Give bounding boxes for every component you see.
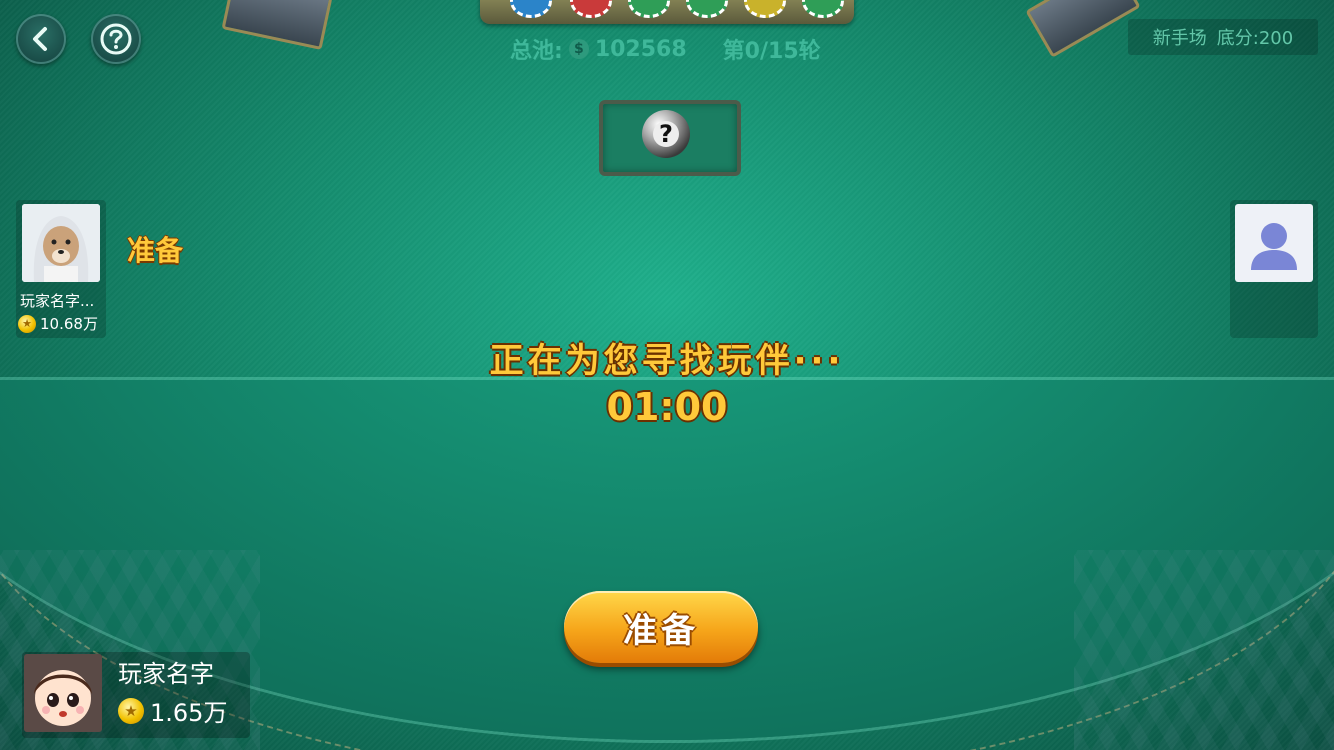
floor-pattern-right — [1074, 550, 1334, 750]
question-mark: ? — [653, 120, 679, 148]
chevron-left-icon — [33, 27, 47, 51]
girl-avatar-icon — [24, 654, 102, 732]
pot-value: 102568 — [594, 36, 687, 62]
gold-coin-icon: ★ — [18, 314, 36, 333]
room-name: 新手场 — [1152, 28, 1207, 49]
countdown-timer: 01:00 — [606, 385, 728, 429]
chip-icon — [686, 0, 728, 18]
mystery-ball-icon: ? — [642, 110, 690, 158]
self-player-name: 玩家名字 — [118, 660, 214, 688]
room-info-badge: 新手场 底分:200 — [1128, 19, 1318, 55]
avatar-right[interactable] — [1235, 204, 1313, 282]
question-icon — [100, 23, 132, 55]
self-player-coins: ★ 1.65万 — [118, 693, 227, 728]
self-player-coin-value: 1.65万 — [150, 699, 228, 727]
back-button[interactable] — [16, 14, 66, 64]
chip-icon — [802, 0, 844, 18]
user-silhouette-icon — [1251, 223, 1297, 270]
pot-info: 总池: $ 102568 第0/15轮 — [510, 33, 821, 65]
chip-icon — [628, 0, 670, 18]
ready-button-label: 准备 — [623, 610, 699, 651]
round-info: 第0/15轮 — [722, 39, 821, 64]
avatar-left[interactable] — [22, 204, 100, 282]
chip-icon — [744, 0, 786, 18]
chip-icon — [510, 0, 552, 18]
chip-tray — [480, 0, 854, 24]
left-player-name: 玩家名字... — [20, 292, 95, 310]
gold-coin-icon: ★ — [118, 697, 144, 724]
left-player-coin-value: 10.68万 — [40, 315, 98, 333]
help-button[interactable] — [91, 14, 141, 64]
left-player-coins: ★ 10.68万 — [18, 313, 98, 334]
base-score: 底分:200 — [1216, 28, 1294, 49]
dog-avatar-icon — [22, 204, 100, 282]
pot-label: 总池: — [510, 39, 563, 64]
ready-button[interactable]: 准备 — [564, 591, 758, 663]
chip-icon — [570, 0, 612, 18]
self-avatar[interactable] — [24, 654, 102, 732]
dollar-coin-icon: $ — [568, 39, 589, 59]
left-player-ready-status: 准备 — [127, 234, 184, 267]
waiting-message: 正在为您寻找玩伴··· — [489, 341, 845, 381]
